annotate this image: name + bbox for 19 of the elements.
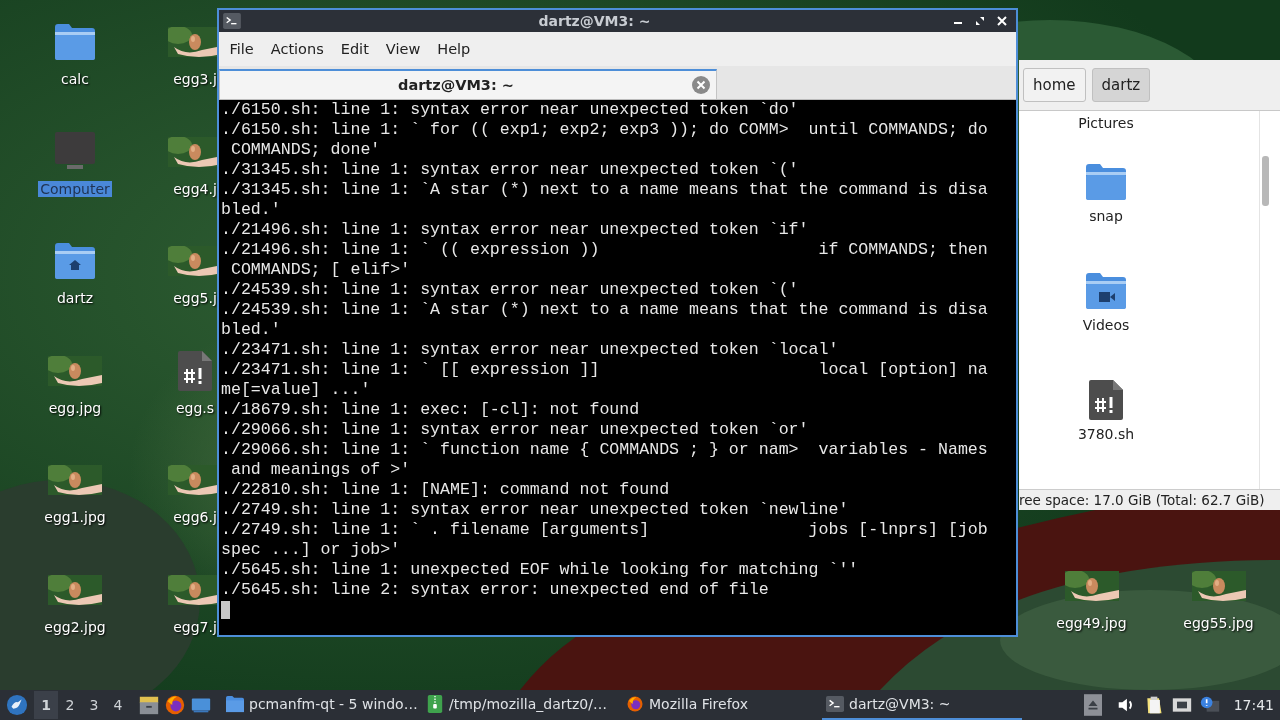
eject-icon[interactable] [1083,694,1102,716]
workspace-button[interactable]: 1 [34,691,58,719]
folder-icon [226,695,244,713]
workspace-button[interactable]: 2 [58,691,82,719]
workspace-button[interactable]: 4 [106,691,130,719]
network-icon[interactable] [1171,695,1192,715]
taskbar-task[interactable]: pcmanfm-qt - 5 windo… [222,690,422,720]
firefox-icon[interactable] [164,694,186,716]
taskbar-task[interactable]: Mozilla Firefox [622,690,822,720]
taskbar-task[interactable]: /tmp/mozilla_dartz0/… [422,690,622,720]
start-menu-button[interactable] [4,692,30,718]
archive-icon [426,695,444,713]
taskbar-task[interactable]: dartz@VM3: ~ [822,690,1022,720]
file-cabinet-icon[interactable] [138,694,160,716]
terminal-icon [826,695,844,713]
firefox-icon [626,695,644,713]
clock[interactable]: 17:41 [1233,697,1274,713]
notification-icon[interactable] [1199,695,1220,715]
workspace-button[interactable]: 3 [82,691,106,719]
